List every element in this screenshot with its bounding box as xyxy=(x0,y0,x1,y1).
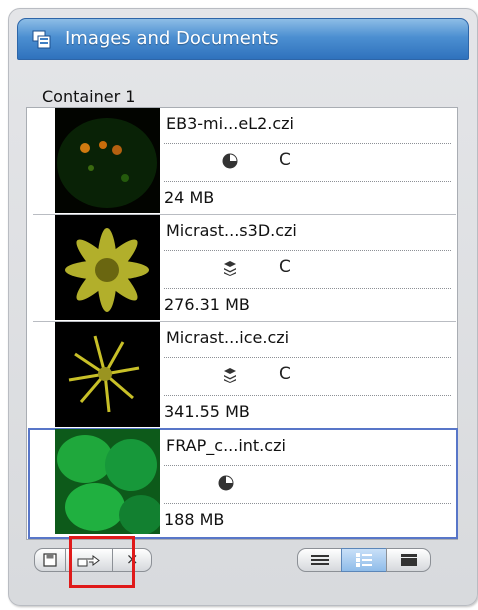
document-thumbnail[interactable] xyxy=(55,429,160,534)
separator xyxy=(164,503,451,504)
document-item[interactable]: EB3-mi...eL2.czi C 24 MB xyxy=(33,108,456,215)
document-name: Micrast...ice.czi xyxy=(166,328,290,347)
document-thumbnail[interactable] xyxy=(55,108,160,213)
separator xyxy=(164,181,451,182)
clock-icon xyxy=(222,153,238,169)
separator xyxy=(164,395,451,396)
document-size: 188 MB xyxy=(164,510,225,529)
save-button[interactable] xyxy=(34,548,66,572)
document-size: 276.31 MB xyxy=(164,295,250,314)
panel-title: Images and Documents xyxy=(65,28,279,49)
separator xyxy=(164,143,451,144)
detail-view-button[interactable] xyxy=(341,548,387,572)
separator xyxy=(164,250,451,251)
list-view-button[interactable] xyxy=(297,548,342,572)
panel-title-bar[interactable]: Images and Documents xyxy=(17,18,469,60)
save-icon xyxy=(43,553,57,567)
document-size: 341.55 MB xyxy=(164,402,250,421)
document-name: FRAP_c...int.czi xyxy=(166,436,286,455)
detail-view-icon xyxy=(356,553,372,567)
clock-icon xyxy=(218,475,234,491)
documents-icon xyxy=(32,30,51,49)
channel-label: C xyxy=(279,364,291,384)
document-list[interactable]: EB3-mi...eL2.czi C 24 MB Micrast...s3D.c… xyxy=(26,107,458,540)
document-item-selected[interactable]: FRAP_c...int.czi 188 MB xyxy=(28,428,458,539)
gallery-view-button[interactable] xyxy=(386,548,431,572)
list-view-icon xyxy=(310,555,329,565)
document-thumbnail[interactable] xyxy=(55,215,160,320)
separator xyxy=(164,357,451,358)
gallery-view-icon xyxy=(400,554,417,566)
channel-label: C xyxy=(279,257,291,277)
document-name: Micrast...s3D.czi xyxy=(166,221,297,240)
highlight-box xyxy=(69,536,135,588)
document-size: 24 MB xyxy=(164,188,215,207)
separator xyxy=(164,288,451,289)
separator xyxy=(164,465,451,466)
document-item[interactable]: Micrast...s3D.czi C 276.31 MB xyxy=(33,215,456,322)
document-thumbnail[interactable] xyxy=(55,322,160,427)
channel-label: C xyxy=(279,150,291,170)
document-name: EB3-mi...eL2.czi xyxy=(166,114,294,133)
container-label: Container 1 xyxy=(42,87,136,106)
z-stack-icon xyxy=(224,368,236,383)
document-item[interactable]: Micrast...ice.czi C 341.55 MB xyxy=(33,322,456,429)
z-stack-icon xyxy=(224,261,236,276)
